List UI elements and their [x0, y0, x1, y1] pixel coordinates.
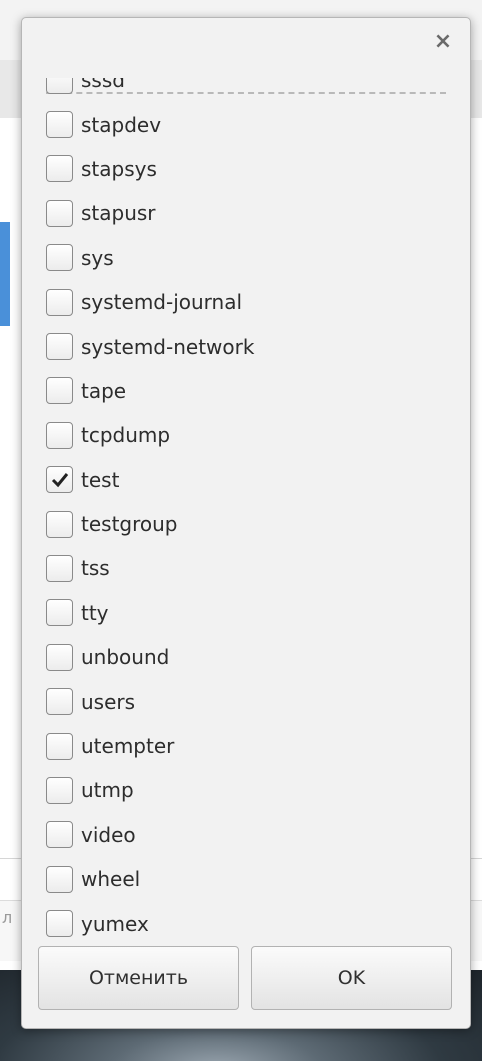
- group-list-viewport[interactable]: sssd stapdev stapsys stapusr sys systemd-jou…: [22, 78, 470, 940]
- checkbox[interactable]: [46, 288, 73, 316]
- list-item[interactable]: testgroup: [46, 502, 254, 546]
- list-item-label: stapsys: [81, 156, 157, 181]
- checkbox[interactable]: [46, 732, 73, 760]
- group-list: sssd stapdev stapsys stapusr sys systemd-jou…: [46, 78, 254, 940]
- list-item[interactable]: tcpdump: [46, 413, 254, 457]
- list-item-label: utempter: [81, 734, 175, 759]
- list-item-label: test: [81, 467, 120, 492]
- list-item[interactable]: yumex: [46, 901, 254, 940]
- list-item[interactable]: tape: [46, 369, 254, 413]
- list-item-label: users: [81, 689, 136, 714]
- list-item-label: wheel: [81, 867, 141, 892]
- list-item-label: video: [81, 822, 136, 847]
- list-item-label: utmp: [81, 778, 134, 803]
- background-selected-indicator: [0, 222, 10, 326]
- checkbox[interactable]: [46, 333, 73, 361]
- group-select-dialog: × sssd stapdev stapsys stapusr sys systemd-j…: [21, 17, 471, 1029]
- checkmark-icon: [51, 472, 68, 487]
- checkbox[interactable]: [46, 421, 73, 449]
- list-item[interactable]: systemd-journal: [46, 280, 254, 324]
- checkbox[interactable]: [46, 155, 73, 183]
- list-item-label: systemd-journal: [81, 290, 243, 315]
- list-item[interactable]: users: [46, 679, 254, 723]
- cancel-button[interactable]: Отменить: [38, 946, 239, 1010]
- list-item-label: sys: [81, 245, 114, 270]
- list-item[interactable]: tss: [46, 546, 254, 590]
- list-item-label: unbound: [81, 645, 170, 670]
- checkbox[interactable]: [46, 599, 73, 627]
- list-item[interactable]: wheel: [46, 857, 254, 901]
- checkbox[interactable]: [46, 199, 73, 227]
- list-item-label: tcpdump: [81, 423, 171, 448]
- list-item-label: stapusr: [81, 201, 156, 226]
- checkbox-checked[interactable]: [46, 466, 73, 494]
- list-item-label: stapdev: [81, 112, 162, 137]
- list-item[interactable]: stapusr: [46, 191, 254, 235]
- list-item[interactable]: video: [46, 813, 254, 857]
- checkbox[interactable]: [46, 776, 73, 804]
- ok-button[interactable]: OK: [251, 946, 452, 1010]
- list-item-partial[interactable]: sssd: [46, 78, 254, 102]
- list-item[interactable]: stapdev: [46, 102, 254, 146]
- list-item[interactable]: utmp: [46, 768, 254, 812]
- list-item-label: tape: [81, 378, 127, 403]
- list-item[interactable]: systemd-network: [46, 324, 254, 368]
- close-icon[interactable]: ×: [430, 28, 456, 54]
- checkbox[interactable]: [46, 554, 73, 582]
- list-item[interactable]: test: [46, 458, 254, 502]
- dialog-footer: Отменить OK: [22, 940, 470, 1028]
- checkbox[interactable]: [46, 244, 73, 272]
- checkbox[interactable]: [46, 78, 73, 94]
- checkbox[interactable]: [46, 821, 73, 849]
- list-item-label: sssd: [81, 78, 125, 93]
- checkbox[interactable]: [46, 643, 73, 671]
- list-item[interactable]: stapsys: [46, 147, 254, 191]
- list-item-label: systemd-network: [81, 334, 255, 359]
- checkbox[interactable]: [46, 688, 73, 716]
- list-item-label: tty: [81, 600, 109, 625]
- list-item[interactable]: sys: [46, 236, 254, 280]
- checkbox[interactable]: [46, 111, 73, 139]
- checkbox[interactable]: [46, 377, 73, 405]
- list-item-label: yumex: [81, 911, 149, 936]
- list-item[interactable]: unbound: [46, 635, 254, 679]
- checkbox[interactable]: [46, 865, 73, 893]
- list-item-label: testgroup: [81, 512, 178, 537]
- checkbox[interactable]: [46, 510, 73, 538]
- list-item[interactable]: utempter: [46, 724, 254, 768]
- checkbox[interactable]: [46, 910, 73, 938]
- list-item-label: tss: [81, 556, 110, 581]
- list-item[interactable]: tty: [46, 591, 254, 635]
- background-row-text: л: [2, 908, 13, 927]
